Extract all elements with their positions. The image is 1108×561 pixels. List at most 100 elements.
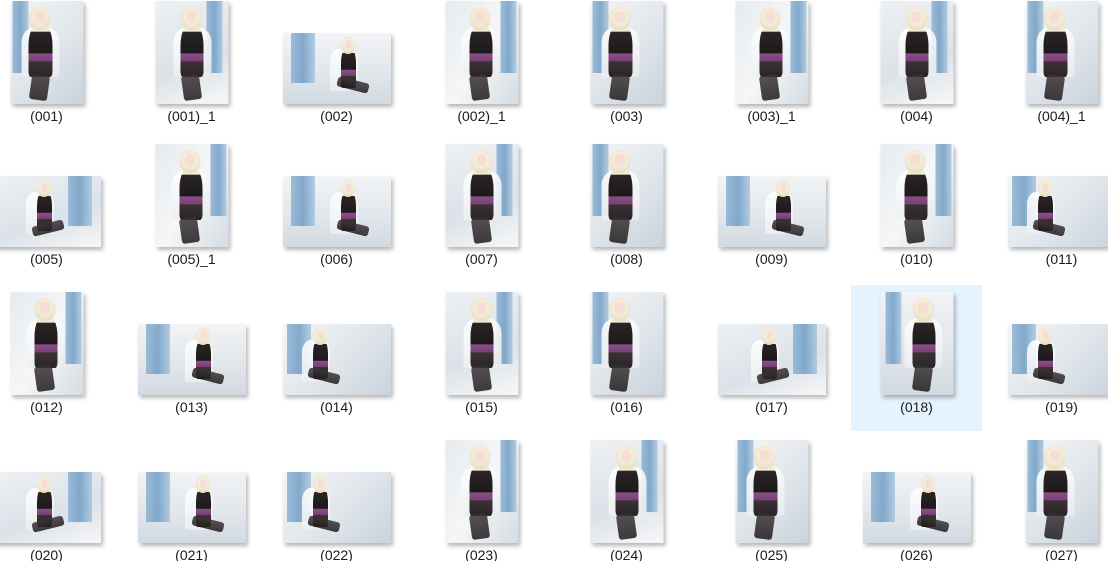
thumbnail-frame	[271, 285, 402, 395]
file-item[interactable]: (016)	[561, 285, 692, 431]
image-thumbnail[interactable]	[590, 1, 663, 104]
thumbnail-face-detail	[476, 302, 487, 314]
image-thumbnail[interactable]	[445, 440, 518, 543]
image-thumbnail[interactable]	[1025, 1, 1098, 104]
file-name-label: (013)	[175, 399, 208, 415]
image-thumbnail[interactable]	[282, 176, 391, 247]
thumbnail-legs-detail	[905, 74, 927, 101]
image-thumbnail[interactable]	[880, 1, 953, 104]
image-thumbnail[interactable]	[137, 472, 246, 543]
thumbnail-window-detail	[146, 472, 170, 522]
file-thumbnail-grid: (001) (001)_1 (002) (002)_1 (003) (003)_1 (004…	[0, 0, 1108, 561]
file-item[interactable]: (001)_1	[126, 0, 257, 140]
file-item[interactable]: (023)	[416, 433, 547, 561]
file-item[interactable]: (012)	[0, 285, 112, 431]
image-thumbnail[interactable]	[445, 144, 518, 247]
image-thumbnail[interactable]	[0, 472, 101, 543]
file-item[interactable]: (025)	[706, 433, 837, 561]
file-item[interactable]: (002)_1	[416, 0, 547, 140]
file-item[interactable]: (004)_1	[996, 0, 1108, 140]
file-item[interactable]: (007)	[416, 137, 547, 283]
file-item[interactable]: (005)_1	[126, 137, 257, 283]
thumbnail-figure-detail	[608, 166, 633, 221]
image-thumbnail[interactable]	[1007, 176, 1108, 247]
image-thumbnail[interactable]	[862, 472, 971, 543]
file-item[interactable]: (017)	[706, 285, 837, 431]
file-item[interactable]: (011)	[996, 137, 1108, 283]
image-thumbnail[interactable]	[717, 324, 826, 395]
file-item[interactable]: (018)	[851, 285, 982, 431]
thumbnail-legs-detail	[903, 217, 925, 244]
thumbnail-window-detail	[935, 144, 952, 217]
thumbnail-frame	[0, 0, 112, 104]
thumbnail-face-detail	[909, 154, 921, 166]
file-item[interactable]: (004)	[851, 0, 982, 140]
image-thumbnail[interactable]	[445, 1, 518, 104]
image-thumbnail[interactable]	[880, 144, 953, 247]
file-item[interactable]: (009)	[706, 137, 837, 283]
thumbnail-frame	[851, 0, 982, 104]
file-item[interactable]: (006)	[271, 137, 402, 283]
thumbnail-legs-detail	[615, 513, 637, 540]
image-thumbnail[interactable]	[10, 292, 83, 395]
file-item[interactable]: (020)	[0, 433, 112, 561]
thumbnail-window-detail	[210, 144, 227, 217]
file-name-label: (001)	[30, 108, 63, 124]
file-item[interactable]: (010)	[851, 137, 982, 283]
thumbnail-face-detail	[614, 302, 626, 314]
image-thumbnail[interactable]	[717, 176, 826, 247]
file-item[interactable]: (014)	[271, 285, 402, 431]
thumbnail-frame	[561, 433, 692, 543]
image-thumbnail[interactable]	[137, 324, 246, 395]
file-item[interactable]: (026)	[851, 433, 982, 561]
file-name-label: (002)_1	[457, 108, 506, 124]
file-item[interactable]: (003)_1	[706, 0, 837, 140]
image-thumbnail[interactable]	[282, 324, 391, 395]
file-name-label: (024)	[610, 547, 643, 561]
thumbnail-frame	[706, 285, 837, 395]
thumbnail-face-detail	[621, 450, 632, 462]
file-name-label: (018)	[900, 399, 933, 415]
file-name-label: (006)	[320, 251, 353, 267]
image-thumbnail[interactable]	[282, 33, 391, 104]
file-name-label: (002)	[320, 108, 353, 124]
image-thumbnail[interactable]	[0, 176, 101, 247]
thumbnail-window-detail	[500, 1, 517, 74]
file-item[interactable]: (022)	[271, 433, 402, 561]
thumbnail-frame	[851, 285, 982, 395]
image-thumbnail[interactable]	[735, 440, 808, 543]
image-thumbnail[interactable]	[590, 144, 663, 247]
thumbnail-face-detail	[917, 302, 929, 314]
file-item[interactable]: (021)	[126, 433, 257, 561]
thumbnail-frame	[126, 285, 257, 395]
file-item[interactable]: (019)	[996, 285, 1108, 431]
thumbnail-frame	[271, 0, 402, 104]
image-thumbnail[interactable]	[10, 1, 83, 104]
thumbnail-frame	[416, 433, 547, 543]
file-item[interactable]: (005)	[0, 137, 112, 283]
image-thumbnail[interactable]	[880, 292, 953, 395]
file-item[interactable]: (027)	[996, 433, 1108, 561]
file-item[interactable]: (001)	[0, 0, 112, 140]
image-thumbnail[interactable]	[1025, 440, 1098, 543]
image-thumbnail[interactable]	[445, 292, 518, 395]
thumbnail-figure-detail	[905, 23, 929, 78]
file-item[interactable]: (013)	[126, 285, 257, 431]
thumbnail-figure-detail	[180, 23, 204, 78]
file-item[interactable]: (002)	[271, 0, 402, 140]
file-item[interactable]: (008)	[561, 137, 692, 283]
thumbnail-frame	[706, 137, 837, 247]
file-name-label: (009)	[755, 251, 788, 267]
file-item[interactable]: (003)	[561, 0, 692, 140]
thumbnail-window-detail	[291, 176, 315, 226]
image-thumbnail[interactable]	[282, 472, 391, 543]
image-thumbnail[interactable]	[590, 292, 663, 395]
image-thumbnail[interactable]	[155, 1, 228, 104]
image-thumbnail[interactable]	[1007, 324, 1108, 395]
file-item[interactable]: (015)	[416, 285, 547, 431]
thumbnail-face-detail	[39, 302, 51, 314]
file-item[interactable]: (024)	[561, 433, 692, 561]
image-thumbnail[interactable]	[590, 440, 663, 543]
image-thumbnail[interactable]	[155, 144, 228, 247]
image-thumbnail[interactable]	[735, 1, 808, 104]
